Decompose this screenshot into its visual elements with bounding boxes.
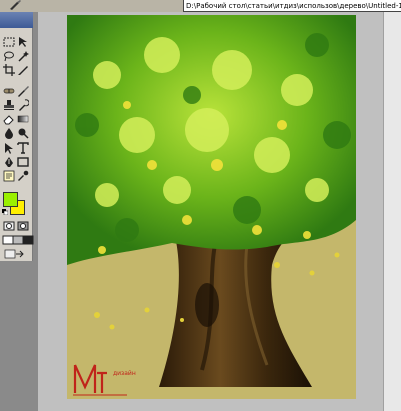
move-tool-icon[interactable] bbox=[17, 36, 29, 48]
gradient-tool-icon[interactable] bbox=[17, 113, 29, 125]
marquee-tool-icon[interactable] bbox=[3, 36, 15, 48]
healing-brush-tool-icon[interactable] bbox=[3, 85, 15, 97]
default-colors-icon[interactable] bbox=[2, 209, 8, 215]
quick-mask-mode-icon[interactable] bbox=[17, 220, 29, 232]
canvas[interactable]: дизайн bbox=[67, 15, 356, 399]
document-title[interactable]: D:\Рабочий стол\статьи\итдиз\использов\д… bbox=[183, 0, 401, 12]
toolbox-header[interactable] bbox=[0, 12, 33, 28]
notes-tool-icon[interactable] bbox=[3, 170, 15, 182]
brush-icon[interactable] bbox=[8, 0, 22, 10]
eyedropper-tool-icon[interactable] bbox=[17, 170, 29, 182]
magic-wand-tool-icon[interactable] bbox=[17, 50, 29, 62]
crop-tool-icon[interactable] bbox=[3, 64, 15, 76]
blur-tool-icon[interactable] bbox=[3, 127, 15, 139]
shape-tool-icon[interactable] bbox=[17, 156, 29, 168]
workspace-scrollbar[interactable] bbox=[383, 12, 401, 411]
toolbox bbox=[0, 12, 34, 411]
clone-stamp-tool-icon[interactable] bbox=[3, 99, 15, 111]
tree-painting bbox=[67, 15, 356, 399]
screen-mode-full-icon[interactable] bbox=[22, 234, 34, 246]
lasso-tool-icon[interactable] bbox=[3, 50, 15, 62]
document-window: дизайн bbox=[38, 12, 383, 411]
logo-text: дизайн bbox=[113, 370, 136, 377]
slice-tool-icon[interactable] bbox=[17, 64, 29, 76]
toolbox-gap bbox=[0, 261, 33, 411]
foreground-color-swatch[interactable] bbox=[3, 192, 18, 207]
screen-mode-full-menu-icon[interactable] bbox=[12, 234, 24, 246]
standard-mode-icon[interactable] bbox=[3, 220, 15, 232]
brush-tool-icon[interactable] bbox=[17, 85, 29, 97]
screen-mode-standard-icon[interactable] bbox=[2, 234, 14, 246]
dodge-tool-icon[interactable] bbox=[17, 127, 29, 139]
pen-tool-icon[interactable] bbox=[3, 156, 15, 168]
history-brush-tool-icon[interactable] bbox=[17, 99, 29, 111]
jump-to-imageready-icon[interactable] bbox=[3, 248, 29, 260]
eraser-tool-icon[interactable] bbox=[3, 113, 15, 125]
type-tool-icon[interactable] bbox=[17, 142, 29, 154]
path-selection-tool-icon[interactable] bbox=[3, 142, 15, 154]
